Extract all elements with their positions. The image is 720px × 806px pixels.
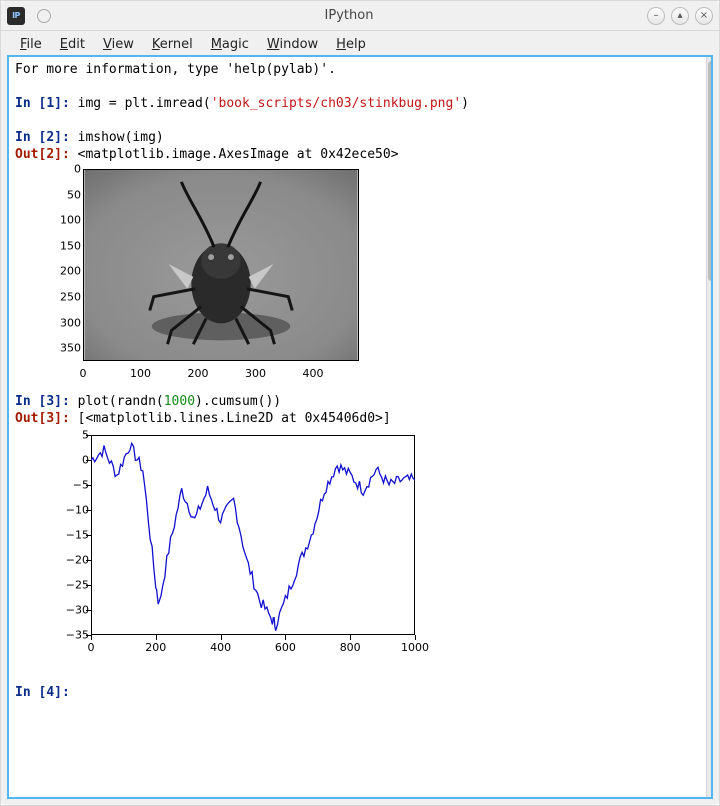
scrollbar-thumb[interactable] — [708, 61, 713, 281]
y-tick-label: 300 — [60, 314, 81, 331]
x-tick-label: 1000 — [401, 639, 429, 656]
y-tick-label: −35 — [66, 627, 89, 644]
y-tick-label: 350 — [60, 340, 81, 357]
menu-help[interactable]: Help — [327, 35, 375, 52]
maximize-button[interactable]: ▴ — [671, 7, 689, 25]
y-tick-label: 100 — [60, 212, 81, 229]
y-tick-label: −30 — [66, 602, 89, 619]
line-series — [91, 443, 415, 630]
blank — [9, 78, 705, 95]
x-tick-label: 200 — [145, 639, 166, 656]
window-title: IPython — [51, 8, 647, 23]
titlebar[interactable]: IP IPython – ▴ × — [1, 1, 719, 31]
cell-3-output: Out[3]: [<matplotlib.lines.Line2D at 0x4… — [9, 410, 705, 427]
y-tick-label: −25 — [66, 577, 89, 594]
app-icon: IP — [7, 7, 25, 25]
minimize-button[interactable]: – — [647, 7, 665, 25]
menu-magic[interactable]: Magic — [202, 35, 258, 52]
y-tick-label: −15 — [66, 527, 89, 544]
x-tick-label: 400 — [210, 639, 231, 656]
console-area[interactable]: For more information, type 'help(pylab)'… — [7, 55, 713, 799]
menu-view[interactable]: View — [94, 35, 143, 52]
y-tick-label: 0 — [74, 161, 81, 178]
cell-2-plot: 0501001502002503003500100200300400 — [49, 167, 705, 387]
y-tick-label: 200 — [60, 263, 81, 280]
blank — [9, 112, 705, 129]
stinkbug-image — [84, 170, 358, 360]
x-tick-label: 800 — [340, 639, 361, 656]
y-tick-label: 5 — [82, 427, 89, 444]
y-tick-label: −5 — [73, 477, 89, 494]
pin-icon[interactable] — [37, 9, 51, 23]
menu-window[interactable]: Window — [258, 35, 327, 52]
y-tick-label: 50 — [67, 186, 81, 203]
cell-3-plot: −35−30−25−20−15−10−50502004006008001000 — [49, 431, 705, 661]
x-tick-label: 300 — [245, 365, 266, 382]
x-tick-label: 100 — [130, 365, 151, 382]
cell-2-output: Out[2]: <matplotlib.image.AxesImage at 0… — [9, 146, 705, 163]
cell-1-input: In [1]: img = plt.imread('book_scripts/c… — [9, 95, 705, 112]
x-tick-label: 600 — [275, 639, 296, 656]
x-tick-label: 200 — [188, 365, 209, 382]
scrollbar[interactable] — [706, 57, 713, 797]
x-tick-label: 400 — [303, 365, 324, 382]
menubar: File Edit View Kernel Magic Window Help — [1, 31, 719, 55]
blank — [9, 667, 705, 684]
y-tick-label: 150 — [60, 237, 81, 254]
cell-2-input: In [2]: imshow(img) — [9, 129, 705, 146]
image-frame — [83, 169, 359, 361]
x-tick-label: 0 — [88, 639, 95, 656]
console-content[interactable]: For more information, type 'help(pylab)'… — [9, 57, 705, 797]
y-tick-label: −10 — [66, 502, 89, 519]
cell-3-input: In [3]: plot(randn(1000).cumsum()) — [9, 393, 705, 410]
line-plot-svg — [91, 435, 415, 635]
menu-file[interactable]: File — [11, 35, 51, 52]
help-line: For more information, type 'help(pylab)'… — [9, 61, 705, 78]
app-window: IP IPython – ▴ × File Edit View Kernel M… — [1, 1, 719, 805]
menu-kernel[interactable]: Kernel — [143, 35, 202, 52]
y-tick-label: 250 — [60, 289, 81, 306]
y-tick-label: −20 — [66, 552, 89, 569]
menu-edit[interactable]: Edit — [51, 35, 94, 52]
close-button[interactable]: × — [695, 7, 713, 25]
x-tick-label: 0 — [80, 365, 87, 382]
y-tick-label: 0 — [82, 452, 89, 469]
cell-4-input[interactable]: In [4]: — [9, 684, 705, 701]
